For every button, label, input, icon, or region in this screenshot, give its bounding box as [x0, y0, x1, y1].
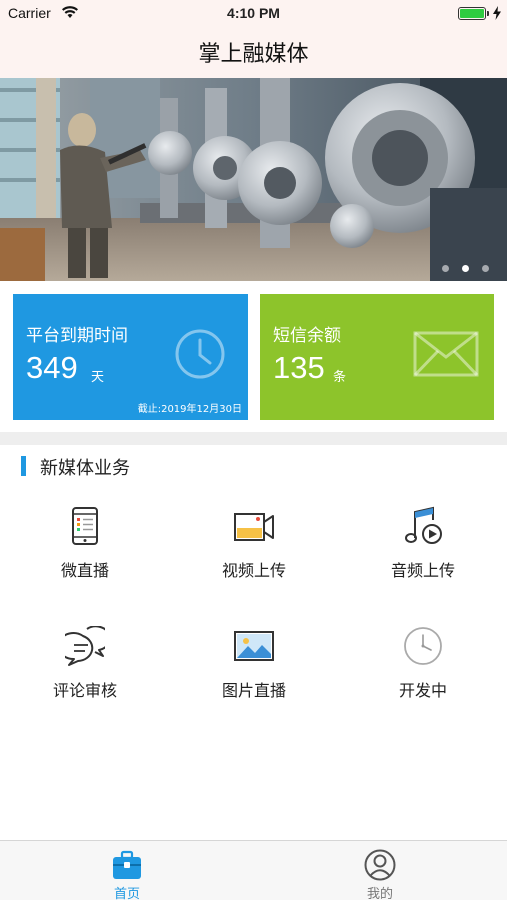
service-label: 微直播: [60, 561, 109, 580]
service-label: 视频上传: [221, 561, 286, 580]
expiry-deadline-note: 截止:2019年12月30日: [137, 404, 242, 415]
phone-icon: [72, 507, 98, 545]
expiry-days-value: 349: [26, 350, 78, 385]
navigation-bar: 掌上融媒体: [0, 26, 507, 78]
platform-expiry-card[interactable]: 平台到期时间 349 天 截止:2019年12月30日: [13, 294, 248, 420]
banner-carousel[interactable]: [0, 78, 507, 281]
status-time: 4:10 PM: [227, 5, 280, 21]
briefcase-icon: [113, 850, 141, 879]
sms-label: 短信余额: [273, 326, 341, 346]
charging-bolt-icon: [493, 6, 501, 20]
status-bar: Carrier 4:10 PM: [0, 0, 507, 26]
video-camera-icon: [234, 513, 274, 541]
service-label: 评论审核: [52, 681, 117, 700]
section-accent-bar: [21, 456, 26, 476]
music-note-icon: [405, 506, 442, 544]
service-comment-review[interactable]: 评论审核: [15, 626, 155, 726]
carousel-dot[interactable]: [442, 265, 449, 272]
clock-icon: [175, 329, 225, 379]
battery-tip: [487, 11, 489, 16]
battery-icon: [458, 7, 486, 20]
service-in-development[interactable]: 开发中: [353, 626, 493, 726]
banner-image: [0, 78, 507, 281]
tab-label: 首页: [113, 887, 140, 900]
tab-label: 我的: [366, 887, 393, 900]
sms-balance-value: 135: [273, 350, 325, 385]
service-audio-upload[interactable]: 音频上传: [353, 506, 493, 606]
service-label: 音频上传: [390, 561, 455, 580]
service-micro-live[interactable]: 微直播: [15, 506, 155, 606]
expiry-unit: 天: [91, 370, 105, 385]
envelope-icon: [413, 331, 479, 377]
user-icon: [364, 849, 396, 881]
tab-home[interactable]: 首页: [67, 841, 187, 900]
page-title: 掌上融媒体: [198, 42, 309, 67]
chat-bubbles-icon: [65, 626, 105, 666]
service-label: 图片直播: [221, 681, 286, 700]
section-title: 新媒体业务: [40, 458, 130, 479]
section-divider: [0, 432, 507, 445]
carousel-page-indicator[interactable]: [442, 265, 489, 272]
expiry-label: 平台到期时间: [26, 326, 128, 346]
service-label: 开发中: [398, 681, 447, 700]
sms-unit: 条: [333, 370, 347, 385]
picture-icon: [234, 631, 274, 661]
carousel-dot[interactable]: [482, 265, 489, 272]
tab-bar: 首页 我的: [0, 840, 507, 900]
service-video-upload[interactable]: 视频上传: [184, 506, 324, 606]
carousel-dot-active[interactable]: [462, 265, 469, 272]
sms-balance-card[interactable]: 短信余额 135 条: [260, 294, 494, 420]
tab-mine[interactable]: 我的: [320, 841, 440, 900]
service-photo-live[interactable]: 图片直播: [184, 626, 324, 726]
clock-icon: [404, 627, 442, 665]
